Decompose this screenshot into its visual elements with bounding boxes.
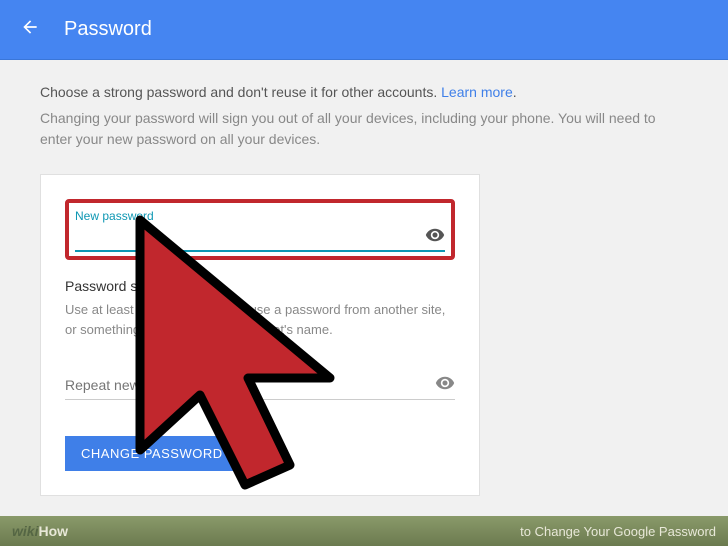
visibility-toggle-icon[interactable]	[425, 225, 445, 250]
back-arrow-icon[interactable]	[20, 17, 40, 43]
password-strength-text: Use at least 8 characters. Don't use a p…	[65, 300, 455, 339]
repeat-password-input[interactable]	[65, 371, 435, 399]
learn-more-link[interactable]: Learn more	[441, 84, 513, 100]
new-password-highlight: New password	[65, 199, 455, 260]
new-password-label: New password	[75, 209, 445, 223]
intro-prefix: Choose a strong password and don't reuse…	[40, 84, 441, 100]
password-card: New password Password strength: Use at l…	[40, 174, 480, 496]
intro-text-1: Choose a strong password and don't reuse…	[40, 84, 688, 100]
password-strength-title: Password strength:	[65, 278, 455, 294]
footer-how: How	[38, 523, 68, 539]
page-title: Password	[64, 18, 152, 41]
visibility-toggle-icon-2[interactable]	[435, 373, 455, 398]
intro-suffix: .	[513, 84, 517, 100]
content-area: Choose a strong password and don't reuse…	[0, 60, 728, 520]
page-header: Password	[0, 0, 728, 60]
intro-text-2: Changing your password will sign you out…	[40, 108, 688, 150]
new-password-input[interactable]	[75, 225, 425, 250]
change-password-button[interactable]: CHANGE PASSWORD	[65, 436, 239, 471]
footer-caption: to Change Your Google Password	[520, 524, 716, 539]
repeat-password-wrap	[65, 371, 455, 400]
footer-wiki: wiki	[12, 523, 38, 539]
new-password-input-wrap	[75, 225, 445, 252]
footer-bar: wikiHow to Change Your Google Password	[0, 516, 728, 546]
footer-brand: wikiHow	[12, 523, 68, 539]
